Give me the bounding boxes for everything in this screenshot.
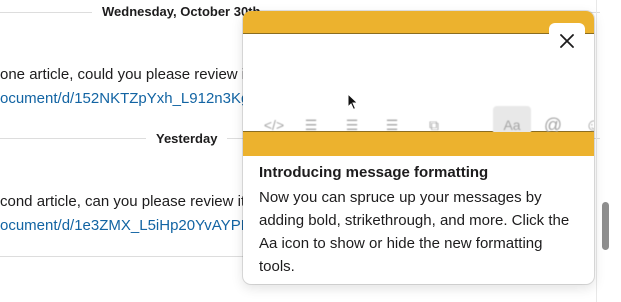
popover-body: Now you can spruce up your messages by a… bbox=[259, 189, 570, 275]
divider bbox=[0, 256, 244, 257]
scrollbar-thumb[interactable] bbox=[602, 202, 609, 250]
mouse-pointer-icon bbox=[347, 93, 359, 111]
message-link[interactable]: ocument/d/152NKTZpYxh_L912n3Kg bbox=[0, 90, 249, 107]
pane-border bbox=[596, 0, 597, 302]
message-link[interactable]: ocument/d/1e3ZMX_L5iHp20YvAYPL bbox=[0, 217, 249, 234]
message-formatting-popover: </> ☰ ☰ ☰ ⧉ Aa @ ☺ Introducing message f… bbox=[243, 11, 594, 284]
message-text: cond article, can you please review it bbox=[0, 193, 246, 210]
close-icon bbox=[560, 34, 574, 48]
preview-band-top bbox=[243, 11, 594, 33]
preview-band-bottom bbox=[243, 132, 594, 156]
close-button[interactable] bbox=[549, 23, 585, 59]
popover-title: Introducing message formatting bbox=[259, 164, 489, 181]
formatting-preview: </> ☰ ☰ ☰ ⧉ Aa @ ☺ bbox=[243, 33, 594, 144]
date-label[interactable]: Yesterday bbox=[146, 131, 228, 146]
message-text: one article, could you please review it bbox=[0, 66, 250, 83]
